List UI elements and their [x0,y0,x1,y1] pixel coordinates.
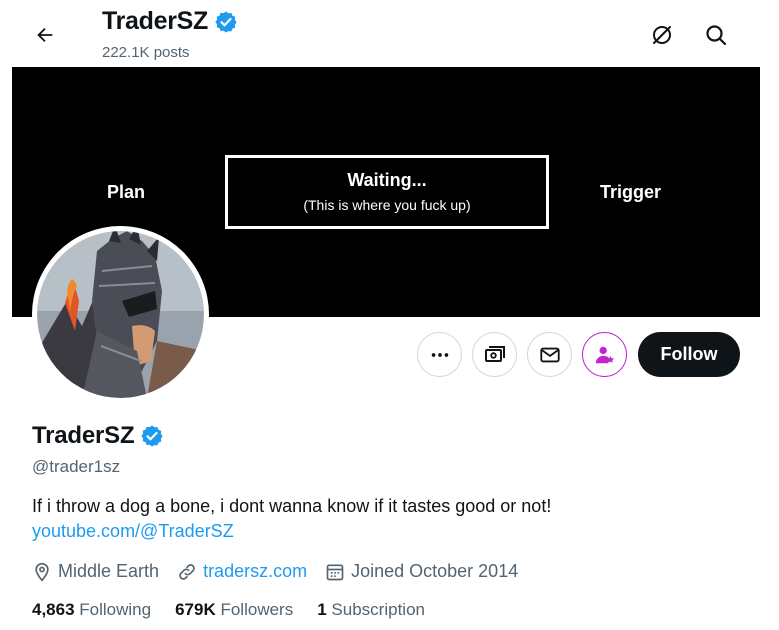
subscriptions-stat[interactable]: 1 Subscription [317,600,425,620]
back-button[interactable] [28,18,62,52]
header-title-row: TraderSZ [102,7,238,36]
following-stat[interactable]: 4,863 Following [32,600,151,620]
link-icon [179,563,195,580]
followers-stat[interactable]: 679K Followers [175,600,293,620]
banner-box-title: Waiting... [347,170,427,190]
profile-name-row: TraderSZ [32,422,164,450]
joined-text: Joined October 2014 [351,561,519,581]
grok-icon [653,26,671,44]
verified-badge-icon [215,11,237,32]
avatar-image [37,231,204,398]
arrow-left-icon [37,27,53,43]
bio-link[interactable]: youtube.com/@TraderSZ [32,521,234,542]
avatar[interactable] [32,226,209,403]
calendar-icon [326,564,344,580]
banner-plan-text: Plan [107,182,146,202]
user-star-icon [595,346,614,363]
website-link[interactable]: tradersz.com [203,561,307,582]
grok-button[interactable] [644,17,680,53]
profile-meta: Middle Earth tradersz.com Joined October… [32,561,536,582]
banner-box-subtitle: (This is where you fuck up) [303,197,471,213]
notify-button[interactable] [582,332,627,377]
banner-waiting-box: Waiting... (This is where you fuck up) [225,155,549,229]
following-count: 4,863 [32,600,75,619]
more-icon [431,352,448,357]
search-icon [706,25,727,46]
message-button[interactable] [527,332,572,377]
subscriptions-count: 1 [317,600,327,619]
followers-count: 679K [175,600,216,619]
profile-stats: 4,863 Following 679K Followers 1 Subscri… [32,600,449,620]
website-item: tradersz.com [177,561,307,582]
banner-trigger-text: Trigger [600,182,662,202]
followers-label: Followers [220,600,294,619]
profile-handle: @trader1sz [32,457,121,476]
location-item: Middle Earth [32,561,159,582]
location-text: Middle Earth [58,561,160,581]
follow-button[interactable]: Follow [638,332,740,377]
header-title: TraderSZ [102,7,208,35]
money-icon [484,345,505,362]
following-label: Following [79,600,152,619]
profile-page: TraderSZ 222.1K posts Plan Waiting... (T… [12,0,760,630]
profile-bio: If i throw a dog a bone, i dont wanna kn… [32,496,552,516]
subscriptions-label: Subscription [331,600,425,619]
more-button[interactable] [417,332,462,377]
post-count: 222.1K posts [102,44,190,61]
search-button[interactable] [698,17,734,53]
joined-item: Joined October 2014 [325,561,518,582]
verified-badge-icon[interactable] [140,424,164,448]
mail-icon [539,347,560,362]
location-pin-icon [35,562,49,582]
profile-name: TraderSZ [32,422,135,449]
top-bar: TraderSZ 222.1K posts [12,0,760,67]
subscribe-button[interactable] [472,332,517,377]
